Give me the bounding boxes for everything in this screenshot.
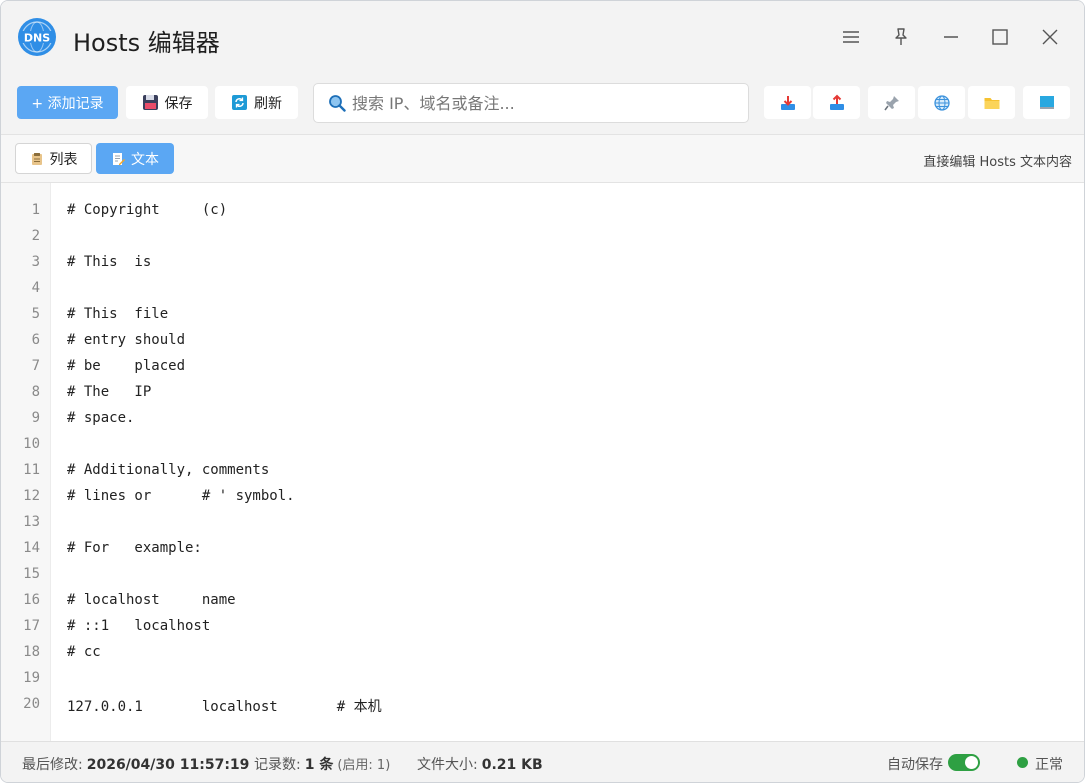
line-number: 2 bbox=[31, 228, 40, 244]
code-line[interactable]: # The IP bbox=[67, 384, 151, 400]
tab-list-label: 列表 bbox=[49, 151, 78, 168]
line-number: 5 bbox=[31, 306, 40, 322]
line-number: 17 bbox=[23, 618, 40, 634]
globe-icon bbox=[933, 94, 950, 111]
add-record-button[interactable]: + 添加记录 bbox=[17, 86, 118, 119]
code-line[interactable]: # space. bbox=[67, 410, 134, 426]
line-number: 13 bbox=[23, 514, 40, 530]
minimize-icon bbox=[944, 36, 958, 38]
hamburger-menu-icon bbox=[843, 31, 859, 43]
save-label: 保存 bbox=[164, 95, 193, 112]
last-modified: 最后修改: 2026/04/30 11:57:19 bbox=[22, 754, 249, 774]
pin-icon bbox=[895, 28, 907, 45]
line-number: 19 bbox=[23, 670, 40, 686]
minimize-button[interactable] bbox=[937, 23, 965, 51]
export-button[interactable] bbox=[813, 86, 860, 119]
line-number: 15 bbox=[23, 566, 40, 582]
autosave-toggle[interactable] bbox=[948, 754, 980, 771]
code-line[interactable]: # be placed bbox=[67, 358, 185, 374]
search-input[interactable] bbox=[352, 93, 732, 113]
edit-hint: 直接编辑 Hosts 文本内容 bbox=[923, 155, 1072, 170]
toolbar: + 添加记录 保存 刷新 bbox=[1, 73, 1084, 135]
status-ok-icon bbox=[1017, 757, 1028, 768]
last-modified-label: 最后修改: bbox=[22, 757, 83, 773]
file-size: 文件大小: 0.21 KB bbox=[417, 754, 543, 774]
code-line[interactable]: # localhost name bbox=[67, 592, 236, 608]
memo-icon bbox=[113, 152, 125, 165]
status-state: 正常 bbox=[1035, 757, 1063, 773]
menu-button[interactable] bbox=[837, 23, 865, 51]
code-line[interactable]: # ::1 localhost bbox=[67, 618, 210, 634]
line-number: 10 bbox=[23, 436, 40, 452]
import-tray-icon bbox=[780, 95, 795, 110]
title-bar: DNS Hosts 编辑器 bbox=[1, 1, 1084, 73]
save-button[interactable]: 保存 bbox=[126, 86, 208, 119]
clipboard-icon bbox=[31, 152, 42, 165]
toggle-knob bbox=[965, 756, 978, 769]
dns-logo-icon: DNS bbox=[18, 18, 56, 56]
close-button[interactable] bbox=[1036, 23, 1064, 51]
export-tray-icon bbox=[829, 94, 844, 110]
line-number: 20 bbox=[23, 696, 40, 712]
view-tab-bar: 列表 文本 直接编辑 Hosts 文本内容 bbox=[1, 135, 1084, 183]
line-number: 7 bbox=[31, 358, 40, 374]
pin-button[interactable] bbox=[887, 23, 915, 51]
open-folder-button[interactable] bbox=[968, 86, 1015, 119]
code-line[interactable]: # Copyright (c) bbox=[67, 202, 227, 218]
code-line[interactable]: # For example: bbox=[67, 540, 202, 556]
record-enabled-count: (启用: 1) bbox=[337, 758, 391, 773]
floppy-disk-icon bbox=[142, 95, 158, 110]
line-number: 12 bbox=[23, 488, 40, 504]
code-line[interactable]: # Additionally, comments bbox=[67, 462, 269, 478]
logo-text: DNS bbox=[24, 32, 50, 45]
line-number: 11 bbox=[23, 462, 40, 478]
tab-list[interactable]: 列表 bbox=[15, 143, 92, 174]
refresh-label: 刷新 bbox=[254, 95, 282, 112]
folder-icon bbox=[984, 97, 999, 109]
hosts-text-editor[interactable]: 1 2 3 4 5 6 7 8 9 10 11 12 13 14 15 16 17 18 19 20 # Copyri… bbox=[1, 183, 1084, 741]
import-button[interactable] bbox=[764, 86, 811, 119]
line-number: 3 bbox=[31, 254, 40, 270]
close-icon bbox=[1042, 29, 1058, 45]
line-number: 1 bbox=[31, 202, 40, 218]
line-number: 16 bbox=[23, 592, 40, 608]
code-line[interactable]: # lines or # ' symbol. bbox=[67, 488, 295, 504]
maximize-button[interactable] bbox=[986, 23, 1014, 51]
record-count-value: 1 条 bbox=[304, 757, 334, 773]
file-size-value: 0.21 KB bbox=[481, 757, 543, 773]
refresh-button[interactable]: 刷新 bbox=[215, 86, 298, 119]
autosave-label: 自动保存 bbox=[887, 757, 943, 773]
pin-tool-icon bbox=[883, 95, 899, 110]
line-number-gutter: 1 2 3 4 5 6 7 8 9 10 11 12 13 14 15 16 17 18 19 20 bbox=[1, 183, 51, 741]
line-number: 6 bbox=[31, 332, 40, 348]
code-line[interactable]: # entry should bbox=[67, 332, 185, 348]
tools-button[interactable] bbox=[868, 86, 915, 119]
code-line[interactable]: # This is bbox=[67, 254, 151, 270]
search-box[interactable] bbox=[313, 83, 749, 123]
network-button[interactable] bbox=[918, 86, 965, 119]
maximize-icon bbox=[992, 29, 1008, 45]
line-number: 18 bbox=[23, 644, 40, 660]
file-size-label: 文件大小: bbox=[417, 757, 478, 773]
code-line[interactable]: # cc bbox=[67, 644, 101, 660]
monitor-icon bbox=[1039, 95, 1054, 109]
refresh-icon bbox=[232, 95, 247, 110]
hosts-editor-window: DNS Hosts 编辑器 + 添加记录 保存 刷新 搜索 IP、域名或备注..… bbox=[0, 0, 1085, 783]
line-number: 8 bbox=[31, 384, 40, 400]
system-button[interactable] bbox=[1023, 86, 1070, 119]
line-number: 9 bbox=[31, 410, 40, 426]
tab-text[interactable]: 文本 bbox=[96, 143, 174, 174]
tab-text-label: 文本 bbox=[131, 151, 159, 168]
code-line[interactable]: # This file bbox=[67, 306, 168, 322]
line-number: 4 bbox=[31, 280, 40, 296]
line-number: 14 bbox=[23, 540, 40, 556]
last-modified-value: 2026/04/30 11:57:19 bbox=[86, 757, 250, 773]
record-count: 记录数: 1 条 (启用: 1) bbox=[254, 754, 390, 774]
record-count-label: 记录数: bbox=[254, 757, 301, 773]
search-icon bbox=[329, 95, 346, 112]
status-bar: 最后修改: 2026/04/30 11:57:19 记录数: 1 条 (启用: … bbox=[1, 741, 1084, 782]
window-title: Hosts 编辑器 bbox=[73, 29, 220, 57]
code-line[interactable]: 127.0.0.1 localhost # 本机 bbox=[67, 696, 382, 716]
